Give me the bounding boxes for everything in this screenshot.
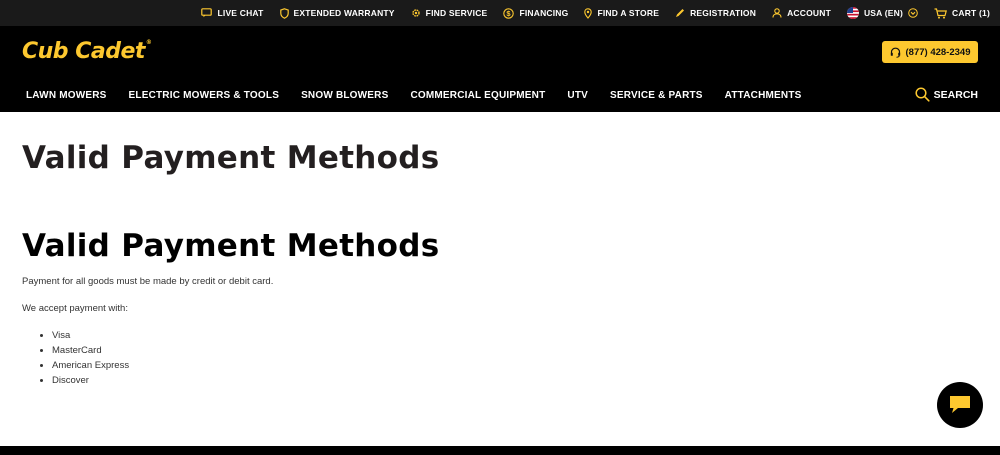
nav-item-utv[interactable]: UTV: [567, 90, 588, 101]
footer-strip: [0, 446, 1000, 455]
nav-item-commercial-equipment[interactable]: COMMERCIAL EQUIPMENT: [410, 90, 545, 101]
cub-cadet-logo[interactable]: Cub Cadet®: [22, 39, 152, 64]
extended-warranty-link[interactable]: EXTENDED WARRANTY: [279, 7, 395, 19]
chevron-down-icon: [908, 8, 918, 18]
find-store-label: FIND A STORE: [597, 8, 660, 18]
extended-warranty-label: EXTENDED WARRANTY: [293, 8, 395, 18]
nav-item-attachments[interactable]: ATTACHMENTS: [725, 90, 802, 101]
account-label: ACCOUNT: [787, 8, 831, 18]
search-label: SEARCH: [933, 88, 978, 101]
search-button[interactable]: SEARCH: [915, 87, 978, 102]
main-nav: LAWN MOWERS ELECTRIC MOWERS & TOOLS SNOW…: [0, 78, 1000, 112]
pencil-icon: [676, 9, 685, 17]
list-item: Visa: [52, 328, 129, 343]
payment-intro-text: Payment for all goods must be made by cr…: [22, 276, 274, 287]
nav-item-lawn-mowers[interactable]: LAWN MOWERS: [26, 90, 107, 101]
gear-icon: [411, 9, 420, 17]
find-store-link[interactable]: FIND A STORE: [584, 7, 660, 19]
us-flag-icon: [846, 7, 859, 19]
page-title: Valid Payment Methods: [22, 140, 440, 176]
nav-item-service-parts[interactable]: SERVICE & PARTS: [610, 90, 703, 101]
location-pin-icon: [584, 7, 593, 19]
logo-text: Cub Cadet: [22, 39, 145, 64]
shield-icon: [279, 7, 289, 19]
payment-methods-list: Visa MasterCard American Express Discove…: [38, 328, 129, 388]
country-selector[interactable]: USA (EN): [846, 7, 918, 19]
trademark-mark: ®: [145, 39, 152, 46]
cart-link[interactable]: CART (1): [934, 7, 990, 19]
phone-button[interactable]: (877) 428-2349: [882, 41, 978, 63]
section-title: Valid Payment Methods: [22, 228, 440, 264]
dollar-icon: $: [503, 7, 515, 19]
message-icon: [950, 396, 970, 413]
country-label: USA (EN): [863, 8, 904, 18]
user-icon: [772, 8, 782, 18]
live-chat-label: LIVE CHAT: [217, 8, 264, 18]
headset-icon: [890, 47, 900, 58]
cart-icon: [934, 7, 948, 19]
utility-bar: LIVE CHAT EXTENDED WARRANTY FIND SERVICE…: [0, 0, 1000, 26]
list-item: American Express: [52, 358, 129, 373]
brand-bar: Cub Cadet® (877) 428-2349: [0, 26, 1000, 78]
search-icon: [915, 87, 930, 102]
svg-text:$: $: [507, 9, 512, 18]
account-link[interactable]: ACCOUNT: [772, 8, 831, 18]
registration-link[interactable]: REGISTRATION: [675, 8, 756, 18]
phone-number: (877) 428-2349: [905, 46, 971, 58]
financing-link[interactable]: $ FINANCING: [503, 7, 569, 19]
chat-icon: [201, 8, 213, 18]
find-service-link[interactable]: FIND SERVICE: [411, 8, 488, 18]
list-item: MasterCard: [52, 343, 129, 358]
financing-label: FINANCING: [519, 8, 569, 18]
nav-item-electric-mowers-tools[interactable]: ELECTRIC MOWERS & TOOLS: [129, 90, 280, 101]
cart-label: CART (1): [952, 8, 990, 18]
accept-payment-label: We accept payment with:: [22, 303, 128, 314]
live-chat-link[interactable]: LIVE CHAT: [201, 8, 263, 18]
find-service-label: FIND SERVICE: [425, 8, 488, 18]
nav-item-snow-blowers[interactable]: SNOW BLOWERS: [301, 90, 388, 101]
list-item: Discover: [52, 373, 129, 388]
chat-widget-button[interactable]: [937, 382, 983, 428]
registration-label: REGISTRATION: [690, 8, 757, 18]
